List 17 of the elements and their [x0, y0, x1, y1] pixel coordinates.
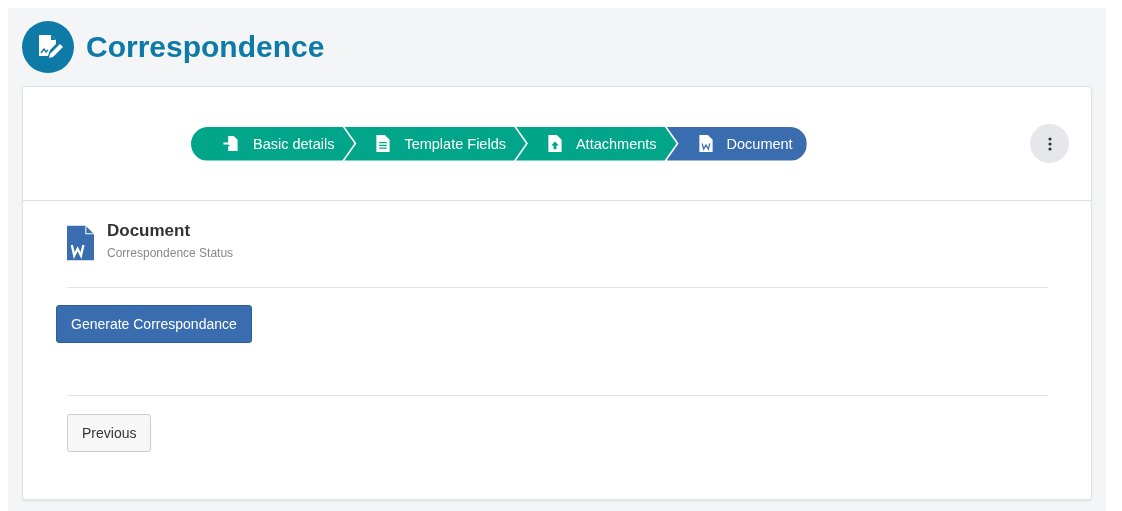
previous-button[interactable]: Previous: [67, 414, 152, 452]
word-document-icon: [67, 225, 94, 261]
step-tab[interactable]: Attachments: [515, 126, 677, 161]
more-icon: [1047, 136, 1052, 151]
word-file-icon: [698, 135, 713, 152]
step-tab[interactable]: Document: [666, 126, 807, 161]
page-title: Correspondence: [86, 30, 325, 64]
step-tab[interactable]: Template Fields: [344, 126, 526, 161]
correspondence-icon: [22, 21, 74, 73]
step-tab[interactable]: Basic details: [191, 126, 355, 161]
document-subtitle: Correspondence Status: [107, 246, 234, 260]
file-enter-icon: [223, 135, 239, 152]
document-title: Document: [107, 221, 192, 241]
file-upload-icon: [547, 135, 562, 152]
more-options-button[interactable]: [1030, 124, 1069, 163]
document-icon: [376, 135, 391, 152]
generate-button[interactable]: Generate Correspondance: [56, 305, 252, 343]
